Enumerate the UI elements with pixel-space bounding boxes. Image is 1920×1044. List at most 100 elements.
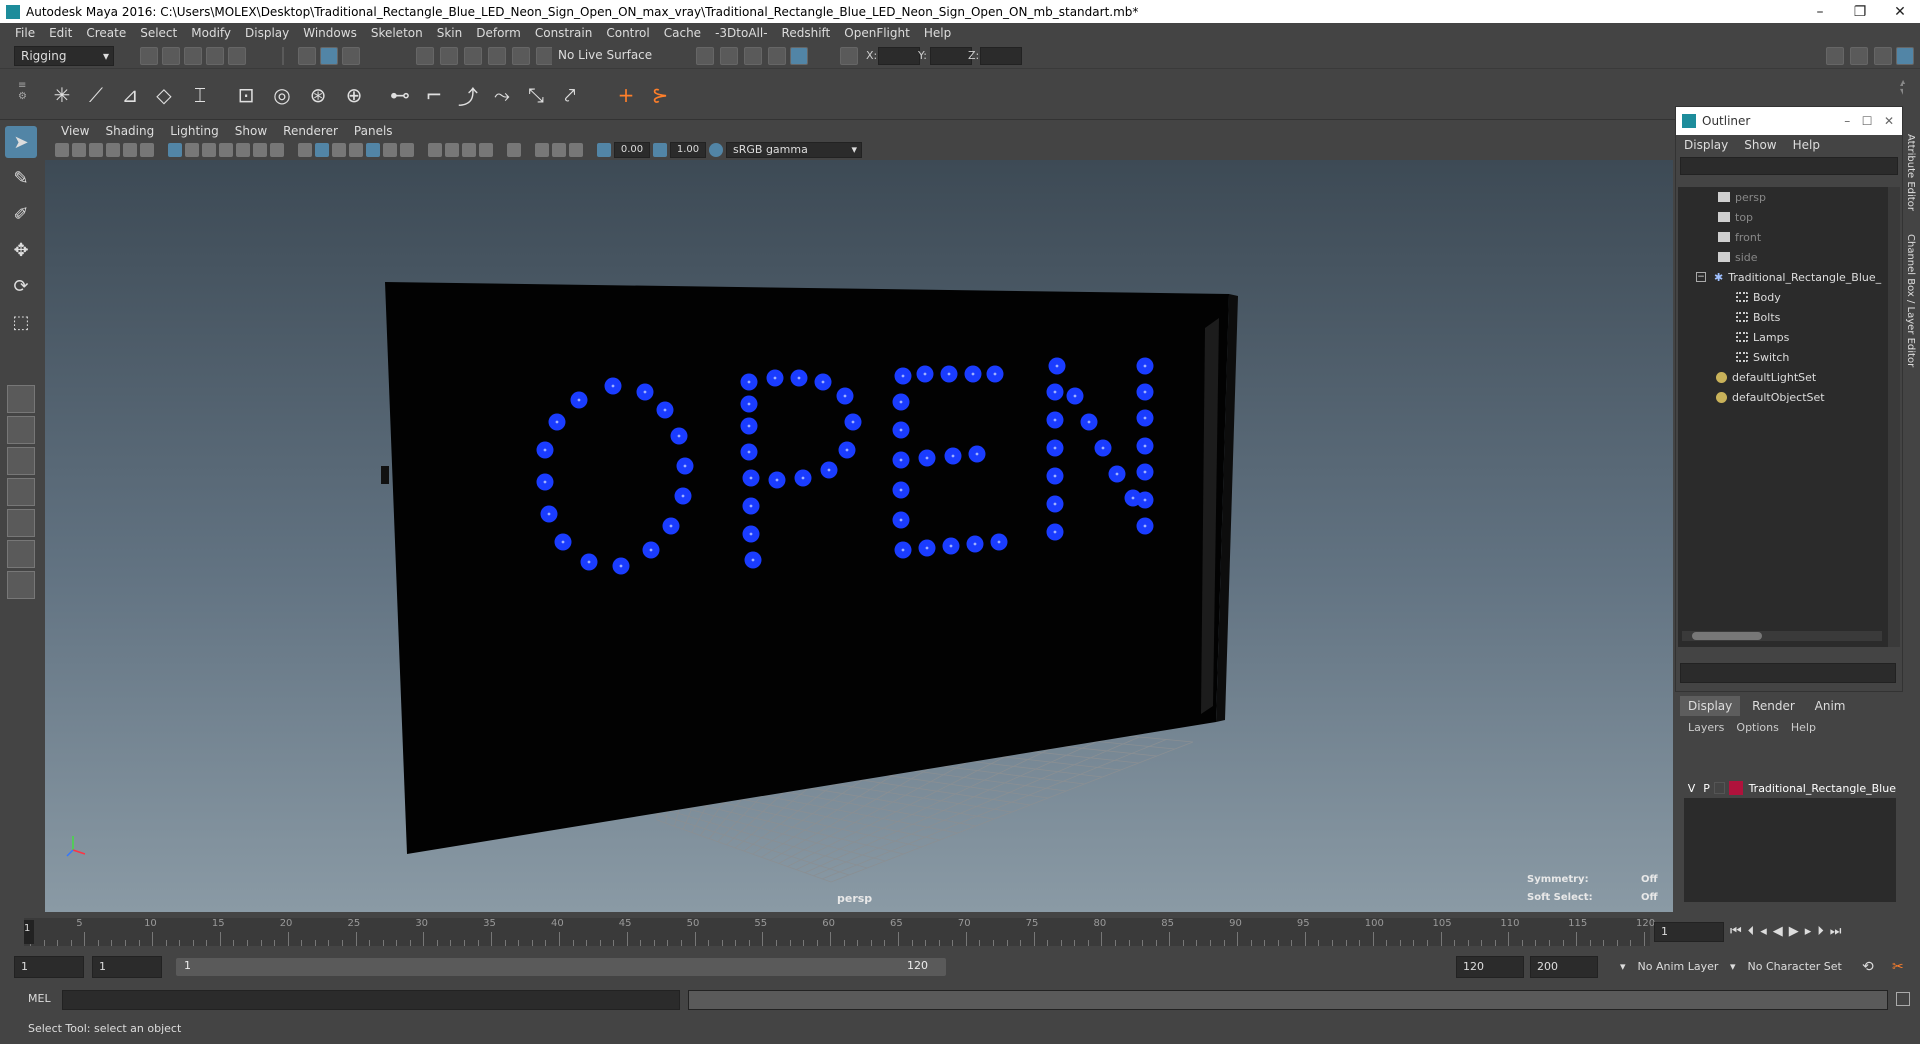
auto-key-icon[interactable]: ⟲ xyxy=(1862,959,1874,975)
outliner-item-front[interactable]: front xyxy=(1718,227,1761,247)
outliner-item-side[interactable]: side xyxy=(1718,247,1758,267)
menu-control[interactable]: Control xyxy=(599,26,656,40)
select-component-icon[interactable] xyxy=(342,47,360,65)
time-slider[interactable]: 5 10 15 20 25 30 35 40 45 50 55 60 65 70 75 80 85 90 95 100… xyxy=(0,914,1920,950)
ik-handle-icon[interactable]: ⟋ xyxy=(82,81,110,109)
motion-blur-icon[interactable] xyxy=(445,143,459,157)
workspace-icon[interactable] xyxy=(1826,47,1844,65)
four-view-layout-icon[interactable] xyxy=(7,416,35,444)
xray-joints-icon[interactable] xyxy=(569,143,583,157)
playback-end-field[interactable]: 120 xyxy=(1456,956,1524,978)
go-to-end-icon[interactable]: ⏭ xyxy=(1830,924,1848,939)
bracket-tool-icon[interactable]: ⊱ xyxy=(646,81,674,109)
menu-display[interactable]: Display xyxy=(238,26,296,40)
collapse-icon[interactable]: − xyxy=(1696,272,1706,282)
current-frame-field[interactable]: 1 xyxy=(1654,922,1724,942)
channel-box-toggle-icon[interactable] xyxy=(1874,47,1892,65)
layer-playback-toggle[interactable]: P xyxy=(1699,782,1714,795)
shadows-icon[interactable] xyxy=(400,143,414,157)
tab-anim[interactable]: Anim xyxy=(1807,696,1854,716)
panel-menu-renderer[interactable]: Renderer xyxy=(275,124,346,138)
outliner-menu-display[interactable]: Display xyxy=(1684,138,1728,152)
open-scene-icon[interactable] xyxy=(162,47,180,65)
orient-constraint-icon[interactable]: ⤳ xyxy=(488,81,516,109)
panel-menu-lighting[interactable]: Lighting xyxy=(162,124,227,138)
exposure-field[interactable]: 0.00 xyxy=(614,142,650,158)
step-back-key-icon[interactable]: ⏴ xyxy=(1748,924,1761,939)
menu-select[interactable]: Select xyxy=(133,26,184,40)
menu-3dtoall[interactable]: -3DtoAll- xyxy=(708,26,774,40)
save-scene-icon[interactable] xyxy=(184,47,202,65)
hypershade-icon[interactable] xyxy=(790,47,808,65)
layer-visibility-toggle[interactable]: V xyxy=(1684,782,1699,795)
tab-display[interactable]: Display xyxy=(1680,696,1741,716)
outliner-item-switch[interactable]: Switch xyxy=(1736,347,1789,367)
depth-of-field-icon[interactable] xyxy=(479,143,493,157)
z-field[interactable] xyxy=(980,47,1022,65)
resolution-gate-icon[interactable] xyxy=(202,143,216,157)
current-time-marker[interactable]: 1 xyxy=(24,920,34,944)
animation-preferences-icon[interactable]: ✂ xyxy=(1892,959,1904,975)
outliner-search-field[interactable] xyxy=(1680,157,1898,175)
cluster-icon[interactable]: ⊡ xyxy=(232,81,260,109)
outliner-menu-show[interactable]: Show xyxy=(1744,138,1776,152)
play-backwards-icon[interactable]: ◀ xyxy=(1773,924,1789,939)
paint-select-tool-icon[interactable]: ✐ xyxy=(5,198,37,230)
more-layouts-icon[interactable] xyxy=(7,571,35,599)
menu-windows[interactable]: Windows xyxy=(296,26,364,40)
tab-render[interactable]: Render xyxy=(1744,696,1803,716)
film-gate-icon[interactable] xyxy=(185,143,199,157)
menu-cache[interactable]: Cache xyxy=(657,26,708,40)
screen-space-ao-icon[interactable] xyxy=(428,143,442,157)
step-back-frame-icon[interactable]: ◂ xyxy=(1760,924,1773,939)
snap-point-icon[interactable] xyxy=(464,47,482,65)
use-all-lights-icon[interactable] xyxy=(383,143,397,157)
panel-menu-panels[interactable]: Panels xyxy=(346,124,401,138)
step-forward-key-icon[interactable]: ⏵ xyxy=(1817,924,1830,939)
grease-pencil-icon[interactable] xyxy=(140,143,154,157)
outliner-item-defaultlightset[interactable]: defaultLightSet xyxy=(1716,367,1816,387)
new-scene-icon[interactable] xyxy=(140,47,158,65)
locator-icon[interactable]: ⌶ xyxy=(186,81,214,109)
live-surface-field[interactable]: No Live Surface xyxy=(552,46,656,66)
scale-tool-icon[interactable]: ⬚ xyxy=(5,306,37,338)
snap-grid-icon[interactable] xyxy=(416,47,434,65)
select-tool-icon[interactable]: ➤ xyxy=(5,126,37,158)
render-frame-icon[interactable] xyxy=(720,47,738,65)
play-forwards-icon[interactable]: ▶ xyxy=(1789,924,1805,939)
isolate-select-icon[interactable] xyxy=(507,143,521,157)
wrap-icon[interactable]: ⊛ xyxy=(304,81,332,109)
view-transform-dropdown[interactable]: sRGB gamma ▾ xyxy=(726,142,862,158)
ipr-render-icon[interactable] xyxy=(744,47,762,65)
side-by-side-layout-icon[interactable] xyxy=(7,447,35,475)
menu-create[interactable]: Create xyxy=(79,26,133,40)
gate-mask-icon[interactable] xyxy=(219,143,233,157)
outliner-h-scrollbar[interactable] xyxy=(1682,631,1882,641)
image-plane-icon[interactable] xyxy=(106,143,120,157)
smooth-shade-icon[interactable] xyxy=(315,143,329,157)
wireframe-on-shaded-icon[interactable] xyxy=(332,143,346,157)
go-to-start-icon[interactable]: ⏮ xyxy=(1730,924,1748,939)
range-slider[interactable]: 1 120 xyxy=(176,958,946,976)
time-slider-track[interactable]: 5 10 15 20 25 30 35 40 45 50 55 60 65 70 75 80 85 90 95 100… xyxy=(24,918,1655,946)
y-field[interactable] xyxy=(930,47,972,65)
ik-spline-icon[interactable]: ⊿ xyxy=(116,81,144,109)
animation-end-field[interactable]: 200 xyxy=(1530,956,1598,978)
scrollbar-thumb[interactable] xyxy=(1692,632,1762,640)
layer-menu-help[interactable]: Help xyxy=(1791,721,1816,734)
bind-skin-icon[interactable]: ⊷ xyxy=(386,81,414,109)
attribute-editor-toggle-icon[interactable] xyxy=(1896,47,1914,65)
render-settings-icon[interactable] xyxy=(696,47,714,65)
animation-start-field[interactable]: 1 xyxy=(14,956,84,978)
outliner-item-body[interactable]: Body xyxy=(1736,287,1781,307)
insert-joint-icon[interactable]: ◇ xyxy=(150,81,178,109)
character-set-dropdown[interactable]: ▾ No Character Set xyxy=(1730,960,1842,973)
camera-select-icon[interactable] xyxy=(55,143,69,157)
select-object-icon[interactable] xyxy=(320,47,338,65)
outliner-menu-help[interactable]: Help xyxy=(1793,138,1820,152)
camera-attributes-icon[interactable] xyxy=(72,143,86,157)
panel-menu-show[interactable]: Show xyxy=(227,124,275,138)
outliner-persp-layout-icon[interactable] xyxy=(7,540,35,568)
two-d-pan-icon[interactable] xyxy=(123,143,137,157)
multisample-aa-icon[interactable] xyxy=(462,143,476,157)
